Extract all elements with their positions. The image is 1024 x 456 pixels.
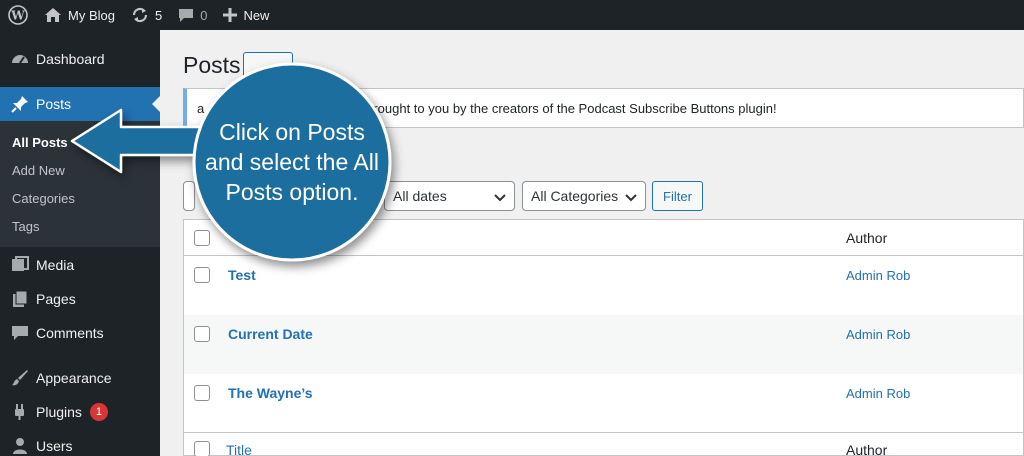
categories-filter-value: All Categories — [531, 188, 619, 204]
new-label: New — [243, 7, 270, 23]
comment-icon — [10, 323, 30, 343]
post-author-link[interactable]: Admin Rob — [846, 327, 910, 342]
current-menu-arrow — [152, 96, 160, 112]
row-checkbox[interactable] — [194, 385, 210, 401]
plugins-update-badge: 1 — [89, 403, 108, 421]
home-icon — [44, 7, 62, 23]
bulk-actions-select[interactable] — [183, 181, 195, 211]
dates-filter-select[interactable]: All dates — [384, 181, 515, 211]
plugin-icon — [10, 402, 30, 422]
submenu-all-posts[interactable]: All Posts — [12, 135, 68, 150]
wordpress-logo-icon[interactable]: W — [0, 0, 36, 30]
table-row: Test Admin Rob — [184, 256, 1023, 315]
posts-submenu: All Posts Add New Categories Tags — [0, 121, 160, 247]
table-header: Author — [184, 220, 1023, 256]
chevron-down-icon — [494, 190, 506, 206]
menu-item-appearance[interactable]: Appearance — [0, 361, 160, 395]
submenu-tags[interactable]: Tags — [12, 219, 39, 234]
page-title: Posts — [183, 52, 241, 78]
dates-filter-value: All dates — [393, 188, 447, 204]
new-content-link[interactable]: New — [215, 0, 277, 30]
select-all-checkbox-footer[interactable] — [194, 441, 210, 456]
post-author-link[interactable]: Admin Rob — [846, 268, 910, 283]
podcast-notice: a dedicated Podcast Theme. Brought to yo… — [183, 88, 1024, 128]
menu-item-dashboard[interactable]: Dashboard — [0, 42, 160, 76]
row-checkbox[interactable] — [194, 267, 210, 283]
pages-icon — [10, 289, 30, 309]
updates-link[interactable]: 5 — [123, 0, 170, 30]
media-icon — [10, 255, 30, 275]
select-all-checkbox[interactable] — [194, 230, 210, 246]
notice-text-before: a dedicated — [197, 100, 265, 116]
admin-bar: W My Blog 5 0 New — [0, 0, 1024, 30]
user-icon — [10, 436, 30, 456]
submenu-add-new[interactable]: Add New — [12, 163, 65, 178]
menu-label-users: Users — [36, 438, 73, 454]
paintbrush-icon — [10, 368, 30, 388]
post-title-link[interactable]: Current Date — [228, 326, 313, 342]
menu-label-posts: Posts — [36, 96, 72, 112]
pin-icon — [10, 94, 30, 114]
menu-label-media: Media — [36, 257, 75, 273]
menu-label-plugins: Plugins — [36, 404, 82, 420]
row-checkbox[interactable] — [194, 326, 210, 342]
menu-label-dashboard: Dashboard — [36, 51, 105, 67]
menu-item-plugins[interactable]: Plugins 1 — [0, 395, 160, 429]
menu-label-comments: Comments — [36, 325, 104, 341]
categories-filter-select[interactable]: All Categories — [522, 181, 646, 211]
podcast-theme-link[interactable]: Podcast Theme. — [267, 101, 361, 116]
site-name: My Blog — [68, 7, 115, 23]
post-title-link[interactable]: The Wayne’s — [228, 385, 313, 401]
menu-item-comments[interactable]: Comments — [0, 316, 160, 350]
updates-count: 5 — [154, 7, 163, 23]
main-content: Posts a dedicated Podcast Theme. Brought… — [160, 30, 1024, 456]
add-new-button[interactable] — [243, 52, 293, 80]
menu-label-pages: Pages — [36, 291, 76, 307]
table-row: The Wayne’s Admin Rob — [184, 374, 1023, 433]
post-author-link[interactable]: Admin Rob — [846, 386, 910, 401]
menu-item-pages[interactable]: Pages — [0, 282, 160, 316]
comments-link[interactable]: 0 — [170, 0, 215, 30]
dashboard-icon — [10, 49, 30, 69]
svg-text:W: W — [10, 9, 25, 23]
filter-button[interactable]: Filter — [652, 181, 703, 211]
chevron-down-icon — [625, 190, 637, 206]
refresh-icon — [131, 6, 149, 24]
menu-item-media[interactable]: Media — [0, 248, 160, 282]
post-title-link[interactable]: Test — [228, 267, 256, 283]
notice-text-after: Brought to you by the creators of the Po… — [364, 100, 777, 116]
comment-bubble-icon — [178, 7, 194, 23]
menu-item-users[interactable]: Users — [0, 429, 160, 456]
table-row: Current Date Admin Rob — [184, 315, 1023, 374]
author-column-footer[interactable]: Author — [846, 442, 887, 456]
author-column-header[interactable]: Author — [846, 230, 887, 246]
submenu-categories[interactable]: Categories — [12, 191, 75, 206]
title-column-footer[interactable]: Title — [226, 442, 252, 456]
table-footer: Title Author — [184, 432, 1023, 456]
comments-count: 0 — [200, 7, 208, 23]
plus-icon — [223, 8, 238, 22]
admin-sidebar: Dashboard Posts All Posts Add New Catego… — [0, 30, 160, 456]
site-name-link[interactable]: My Blog — [36, 0, 123, 30]
menu-label-appearance: Appearance — [36, 370, 112, 386]
menu-item-posts[interactable]: Posts — [0, 87, 160, 121]
posts-table: Author Test Admin Rob Current Date Admin… — [183, 219, 1024, 456]
